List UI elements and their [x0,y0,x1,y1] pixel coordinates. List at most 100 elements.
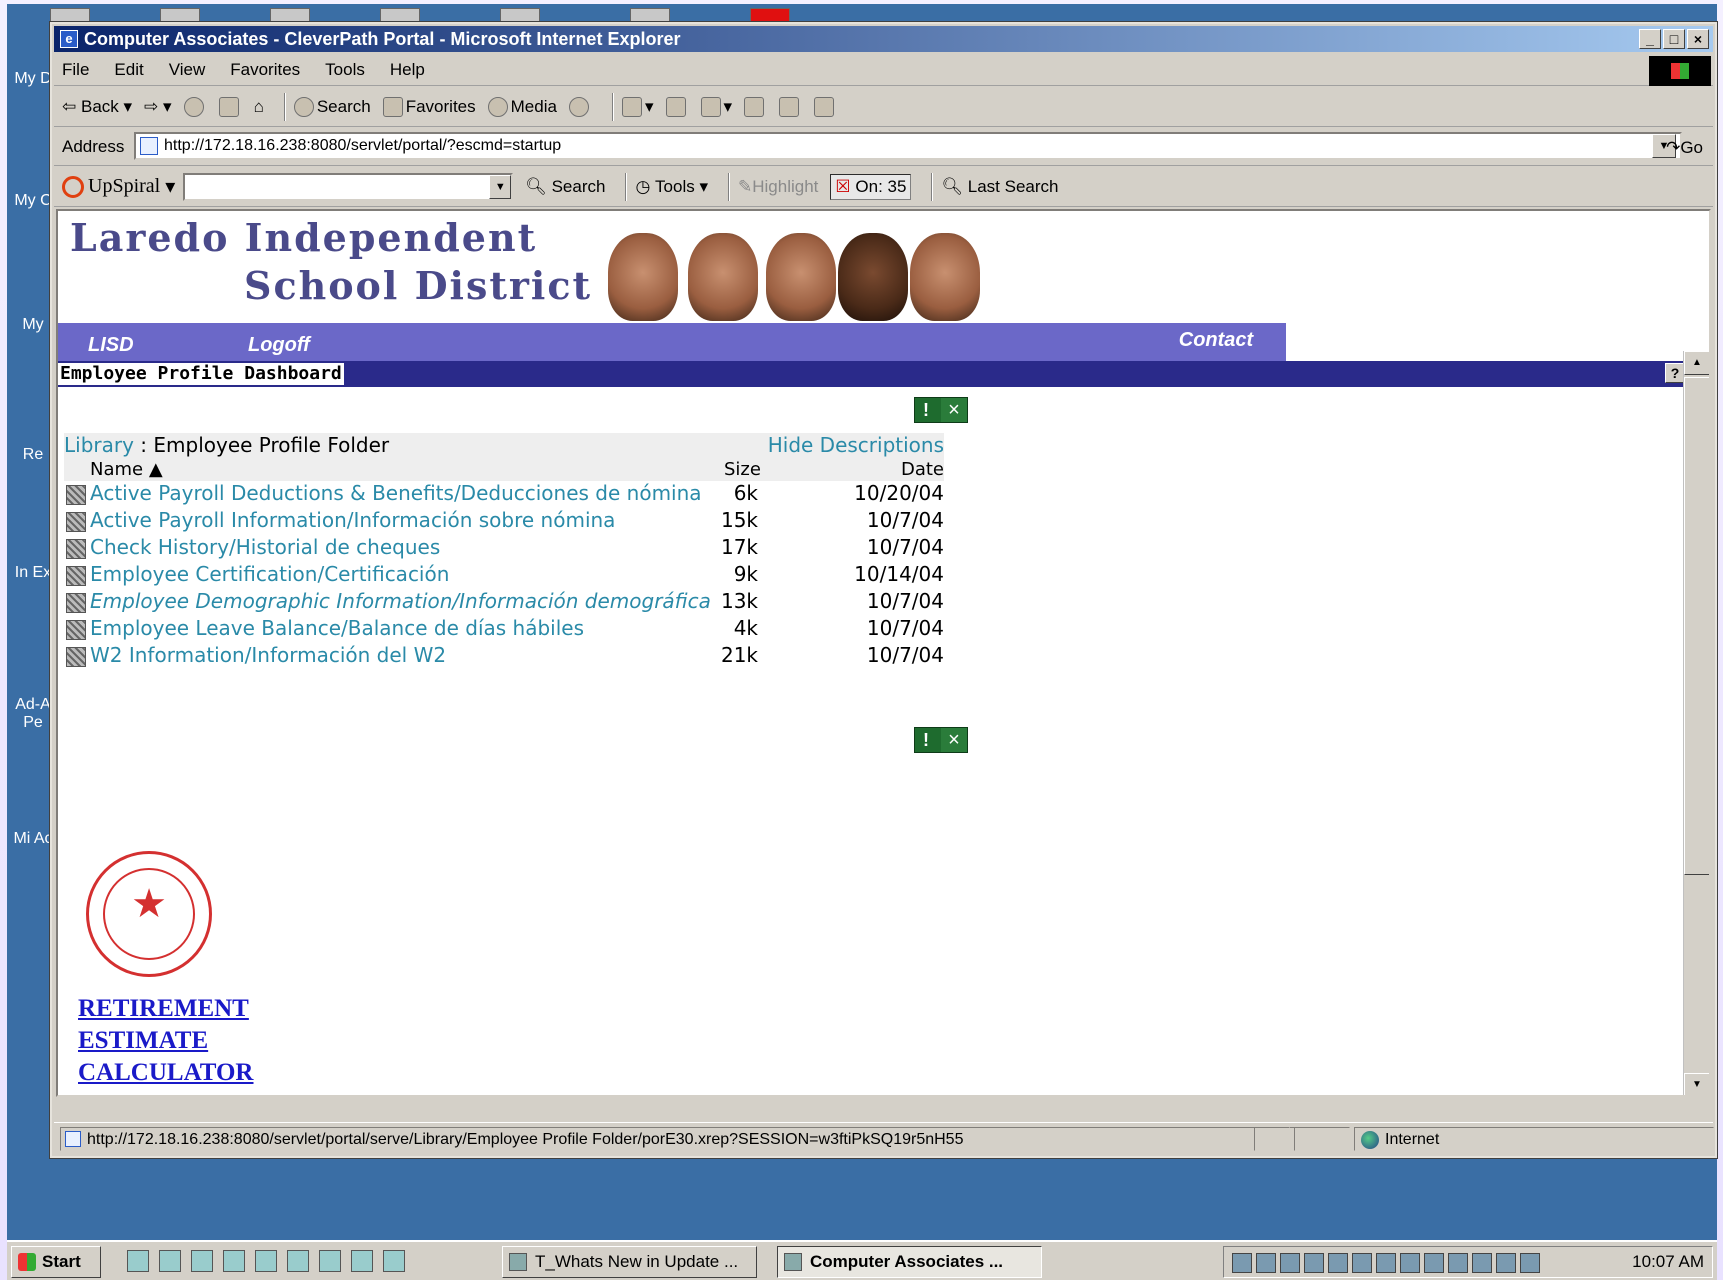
close-button[interactable]: × [1687,29,1709,49]
page-icon [140,137,158,155]
quicklaunch-icon[interactable] [223,1250,245,1272]
scroll-thumb[interactable] [1684,377,1709,875]
back-arrow-icon: ⇦ [62,96,77,116]
portlet-controls-top: ! × [914,397,968,423]
nav-lisd[interactable]: LISD [88,323,134,361]
home-icon: ⌂ [253,96,264,116]
scroll-up-button[interactable]: ▲ [1684,351,1709,375]
tray-icon[interactable] [1472,1253,1492,1273]
clock[interactable]: 10:07 AM [1632,1247,1704,1277]
quicklaunch-icon[interactable] [159,1250,181,1272]
library-link[interactable]: Library [64,433,134,457]
mail-icon [621,96,642,117]
hide-descriptions-link[interactable]: Hide Descriptions [768,433,944,457]
dashboard-header: Employee Profile Dashboard ? [58,361,1709,387]
print-button[interactable] [665,96,689,117]
document-date: 10/7/04 [866,616,944,640]
maximize-portlet-icon[interactable]: ! [923,400,929,421]
tray-icon[interactable] [1496,1253,1516,1273]
quicklaunch-icon[interactable] [191,1250,213,1272]
quicklaunch-icon[interactable] [383,1250,405,1272]
quicklaunch-icon[interactable] [255,1250,277,1272]
menu-help[interactable]: Help [390,60,425,80]
menu-file[interactable]: File [62,60,89,80]
retirement-calculator-link[interactable]: RETIREMENT ESTIMATE CALCULATOR [78,993,254,1089]
privacy-icon[interactable] [1294,1127,1350,1151]
back-button[interactable]: ⇦ Back ▾ [62,97,132,117]
refresh-button[interactable] [218,96,242,117]
discuss-button[interactable] [744,96,767,117]
stop-button[interactable] [183,96,207,117]
favorites-button[interactable]: Favorites [382,96,476,117]
mail-button[interactable]: ▾ [621,96,654,117]
home-button[interactable]: ⌂ [254,97,264,117]
nav-spacer [1286,323,1709,361]
scroll-down-button[interactable]: ▼ [1684,1073,1709,1095]
quicklaunch-icon[interactable] [319,1250,341,1272]
maximize-portlet-icon[interactable]: ! [923,730,929,751]
research-button[interactable] [779,96,802,117]
menu-tools[interactable]: Tools [325,60,365,80]
nav-logoff[interactable]: Logoff [248,323,310,361]
upspiral-search-button[interactable]: 🔍︎ Search [525,177,605,197]
document-link[interactable]: Employee Leave Balance/Balance de días h… [90,616,584,640]
document-size: 6k [733,481,758,505]
search-button[interactable]: Search [293,96,371,117]
tray-icon[interactable] [1448,1253,1468,1273]
start-button[interactable]: Start [11,1246,101,1278]
document-link[interactable]: Employee Demographic Information/Informa… [90,589,711,613]
close-portlet-icon[interactable]: × [941,398,967,422]
popup-blocker-toggle[interactable]: ☒ On: 35 [830,173,912,200]
tray-icon[interactable] [1520,1253,1540,1273]
close-portlet-icon[interactable]: × [941,728,967,752]
upspiral-tools-button[interactable]: ◷ Tools ▾ [635,177,708,197]
messenger-button[interactable] [814,96,837,117]
taskbar: Start T_Whats New in Update ... Computer… [7,1240,1717,1280]
history-button[interactable] [568,96,592,117]
chevron-down-icon[interactable]: ▼ [489,174,512,199]
word-icon [700,96,721,117]
tray-icon[interactable] [1376,1253,1396,1273]
tray-icon[interactable] [1352,1253,1372,1273]
media-button[interactable]: Media [487,96,557,117]
last-search-button[interactable]: 🔍︎ Last Search [941,177,1058,197]
column-name-header[interactable]: Name ▲ [90,459,163,480]
title-bar[interactable]: e Computer Associates - CleverPath Porta… [54,26,1713,52]
tray-icon[interactable] [1424,1253,1444,1273]
maximize-button[interactable]: □ [1663,29,1685,49]
menu-favorites[interactable]: Favorites [230,60,300,80]
discuss-icon [744,96,765,117]
address-input[interactable]: http://172.18.16.238:8080/servlet/portal… [134,132,1682,160]
edit-button[interactable]: ▾ [700,96,732,117]
tray-icon[interactable] [1304,1253,1324,1273]
tray-icon[interactable] [1256,1253,1276,1273]
tray-icon[interactable] [1400,1253,1420,1273]
column-size-header[interactable]: Size [724,459,761,480]
minimize-button[interactable]: _ [1639,29,1661,49]
taskbar-item-computer-associates[interactable]: Computer Associates ... [777,1246,1042,1278]
upspiral-search-combo[interactable]: ▼ [183,172,514,201]
taskbar-item-whats-new[interactable]: T_Whats New in Update ... [502,1246,757,1278]
quicklaunch-icon[interactable] [287,1250,309,1272]
tray-icon[interactable] [1280,1253,1300,1273]
document-link[interactable]: W2 Information/Información del W2 [90,643,446,667]
forward-button[interactable]: ⇨ ▾ [144,97,172,117]
menu-view[interactable]: View [169,60,206,80]
tray-icon[interactable] [1232,1253,1252,1273]
vertical-scrollbar[interactable]: ▲ ▼ [1683,351,1709,1095]
toolbar-separator [283,92,286,121]
document-link[interactable]: Employee Certification/Certificación [90,562,449,586]
quicklaunch-icon[interactable] [351,1250,373,1272]
menu-edit[interactable]: Edit [114,60,143,80]
go-button[interactable]: ↷Go [1666,138,1703,158]
help-button[interactable]: ? [1665,363,1685,383]
tray-icon[interactable] [1328,1253,1348,1273]
nav-contact[interactable]: Contact [1148,323,1284,361]
document-link[interactable]: Active Payroll Deductions & Benefits/Ded… [90,481,702,505]
quicklaunch-icon[interactable] [127,1250,149,1272]
column-date-header[interactable]: Date [901,459,944,480]
highlight-button[interactable]: ✎Highlight [738,177,818,197]
document-link[interactable]: Check History/Historial de cheques [90,535,440,559]
document-link[interactable]: Active Payroll Information/Información s… [90,508,615,532]
upspiral-menu[interactable]: UpSpiral ▾ [62,174,175,199]
